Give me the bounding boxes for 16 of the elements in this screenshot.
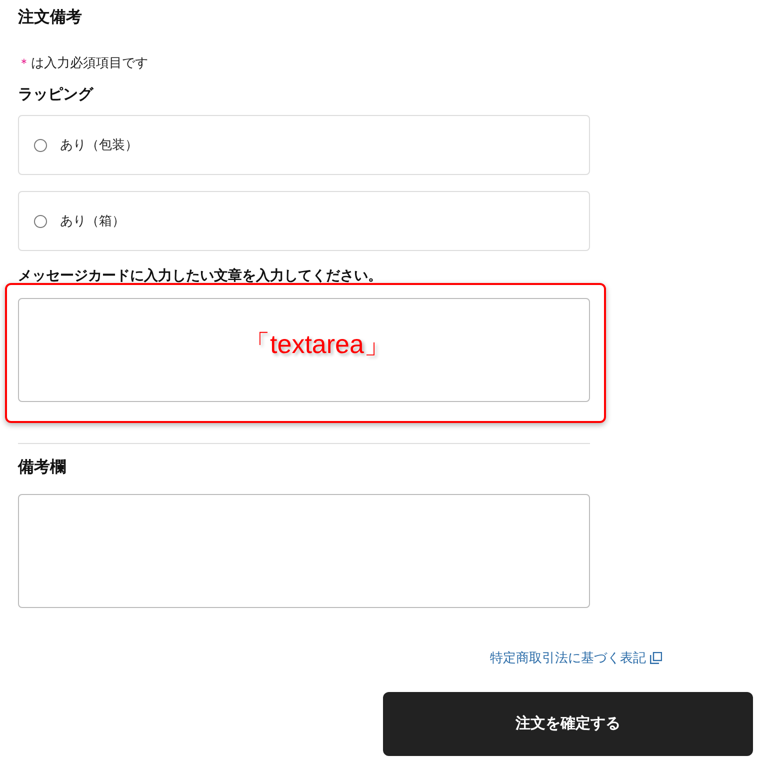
option-card[interactable]: あり（包装） [18, 115, 590, 175]
option-card[interactable]: あり（箱） [18, 191, 590, 251]
option-label: あり（箱） [60, 213, 125, 229]
legal-link[interactable]: 特定商取引法に基づく表記 [490, 650, 662, 666]
external-link-icon [650, 652, 662, 664]
remarks-label: 備考欄 [18, 458, 67, 478]
option-label: あり（包装） [60, 137, 138, 153]
radio-button[interactable] [34, 214, 47, 228]
submit-order-button[interactable]: 注文を確定する [383, 692, 753, 756]
required-note: は入力必須項目です [31, 55, 148, 71]
annotation-label: 「textarea」 [244, 329, 390, 359]
required-mark: ＊ [18, 55, 30, 71]
wrapping-label: ラッピング [18, 86, 94, 104]
section-title: 注文備考 [18, 8, 83, 28]
radio-button[interactable] [34, 138, 47, 152]
message-card-label: メッセージカードに入力したい文章を入力してください。 [18, 267, 383, 283]
